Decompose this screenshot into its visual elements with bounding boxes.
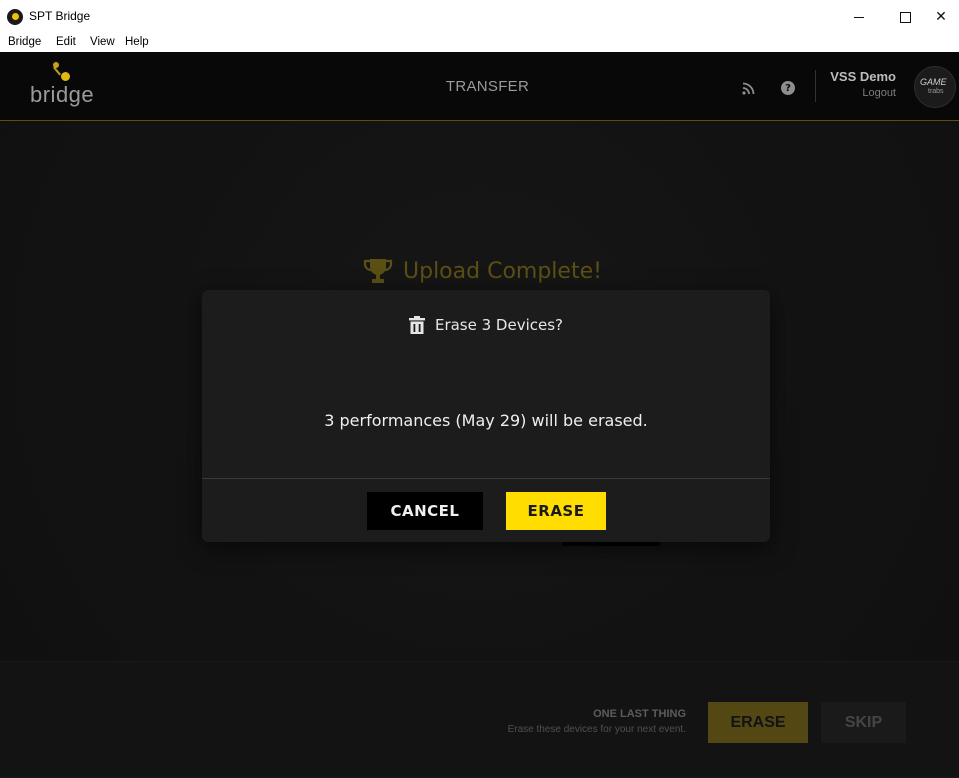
logo-dot-small <box>53 62 59 68</box>
menu-item-view[interactable]: View <box>90 36 115 48</box>
dialog-divider <box>202 478 770 479</box>
close-button[interactable]: ✕ <box>918 0 959 34</box>
close-icon: ✕ <box>935 9 947 25</box>
window-titlebar: SPT Bridge ✕ <box>0 0 959 34</box>
signal-icon[interactable] <box>741 80 757 96</box>
avatar-subtext: trabs <box>928 88 944 95</box>
menu-item-bridge[interactable]: Bridge <box>8 36 41 48</box>
menu-bar: Bridge Edit View Help <box>0 34 959 53</box>
minimize-button[interactable] <box>836 0 882 34</box>
help-icon[interactable]: ? <box>781 81 795 95</box>
trash-icon <box>408 316 425 334</box>
avatar-text: GAME <box>920 77 947 87</box>
app-header: bridge TRANSFER ? VSS Demo Logout GAME t… <box>0 52 959 121</box>
app-icon <box>7 9 23 25</box>
dialog-title: Erase 3 Devices? <box>434 316 564 334</box>
avatar[interactable]: GAME trabs <box>914 66 956 108</box>
window-title: SPT Bridge <box>29 9 91 23</box>
erase-button[interactable]: ERASE <box>506 492 606 530</box>
dialog-message: 3 performances (May 29) will be erased. <box>324 411 648 430</box>
user-name: VSS Demo <box>830 69 896 84</box>
dialog-title-row: Erase 3 Devices? <box>202 314 770 336</box>
minimize-icon <box>854 16 864 18</box>
logout-link[interactable]: Logout <box>826 87 896 99</box>
cancel-button[interactable]: CANCEL <box>367 492 483 530</box>
header-divider <box>815 70 816 102</box>
help-glyph: ? <box>785 82 791 94</box>
maximize-icon <box>899 11 911 23</box>
menu-item-help[interactable]: Help <box>125 36 149 48</box>
menu-item-edit[interactable]: Edit <box>56 36 76 48</box>
erase-confirm-dialog: Erase 3 Devices? 3 performances (May 29)… <box>202 290 770 542</box>
